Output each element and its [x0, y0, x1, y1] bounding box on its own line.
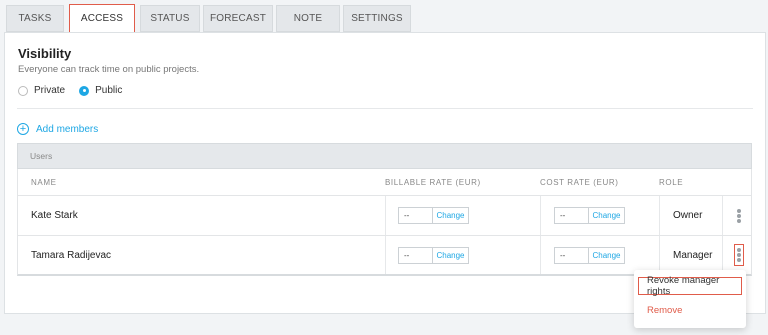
cost-rate-value: -- [555, 248, 589, 263]
remove-member-item[interactable]: Remove [647, 305, 682, 316]
radio-public[interactable] [79, 85, 90, 96]
add-members-button[interactable]: + Add members [17, 123, 98, 135]
member-role: Manager [673, 250, 713, 261]
tab-status[interactable]: STATUS [140, 5, 200, 32]
tab-forecast[interactable]: FORECAST [203, 5, 273, 32]
cost-rate-value: -- [555, 208, 589, 223]
radio-private-label[interactable]: Private [34, 85, 65, 96]
tab-tasks[interactable]: TASKS [6, 5, 64, 32]
member-name: Kate Stark [31, 210, 78, 221]
billable-rate-field: -- Change [398, 207, 469, 224]
more-options-icon[interactable] [734, 206, 744, 226]
billable-rate-change-button[interactable]: Change [433, 248, 468, 263]
billable-rate-field: -- Change [398, 247, 469, 264]
members-table: Users NAME BILLABLE RATE (EUR) COST RATE… [17, 143, 752, 276]
cost-rate-field: -- Change [554, 247, 625, 264]
col-cost-rate: COST RATE (EUR) [540, 178, 619, 187]
more-options-icon[interactable] [734, 244, 744, 266]
column-divider [540, 196, 541, 235]
table-header: NAME BILLABLE RATE (EUR) COST RATE (EUR)… [17, 169, 752, 196]
billable-rate-value: -- [399, 208, 433, 223]
section-divider [17, 108, 753, 109]
column-divider [659, 196, 660, 235]
column-divider [659, 236, 660, 274]
tab-note[interactable]: NOTE [276, 5, 340, 32]
member-role: Owner [673, 210, 703, 221]
users-group-label: Users [30, 151, 53, 161]
radio-public-label[interactable]: Public [95, 85, 122, 96]
member-name: Tamara Radijevac [31, 250, 112, 261]
column-divider [540, 236, 541, 274]
context-menu: Revoke manager rights Remove [634, 270, 746, 328]
revoke-manager-rights-item[interactable]: Revoke manager rights [638, 275, 742, 297]
cost-rate-change-button[interactable]: Change [589, 208, 624, 223]
column-divider [385, 196, 386, 235]
col-role: ROLE [659, 178, 684, 187]
column-divider [385, 236, 386, 274]
visibility-title: Visibility [18, 46, 72, 61]
table-row: Kate Stark -- Change -- Change Owner [17, 196, 752, 236]
tab-settings[interactable]: SETTINGS [343, 5, 411, 32]
col-name: NAME [31, 178, 57, 187]
billable-rate-change-button[interactable]: Change [433, 208, 468, 223]
visibility-description: Everyone can track time on public projec… [18, 64, 200, 75]
column-divider [722, 196, 723, 235]
cost-rate-change-button[interactable]: Change [589, 248, 624, 263]
billable-rate-value: -- [399, 248, 433, 263]
col-billable-rate: BILLABLE RATE (EUR) [385, 178, 481, 187]
plus-circle-icon: + [17, 123, 29, 135]
tab-access[interactable]: ACCESS [69, 4, 135, 33]
users-group-header: Users [17, 143, 752, 169]
cost-rate-field: -- Change [554, 207, 625, 224]
column-divider [722, 236, 723, 274]
radio-private[interactable] [18, 85, 28, 96]
add-members-label: Add members [36, 123, 99, 135]
visibility-options: Private Public [18, 85, 136, 96]
